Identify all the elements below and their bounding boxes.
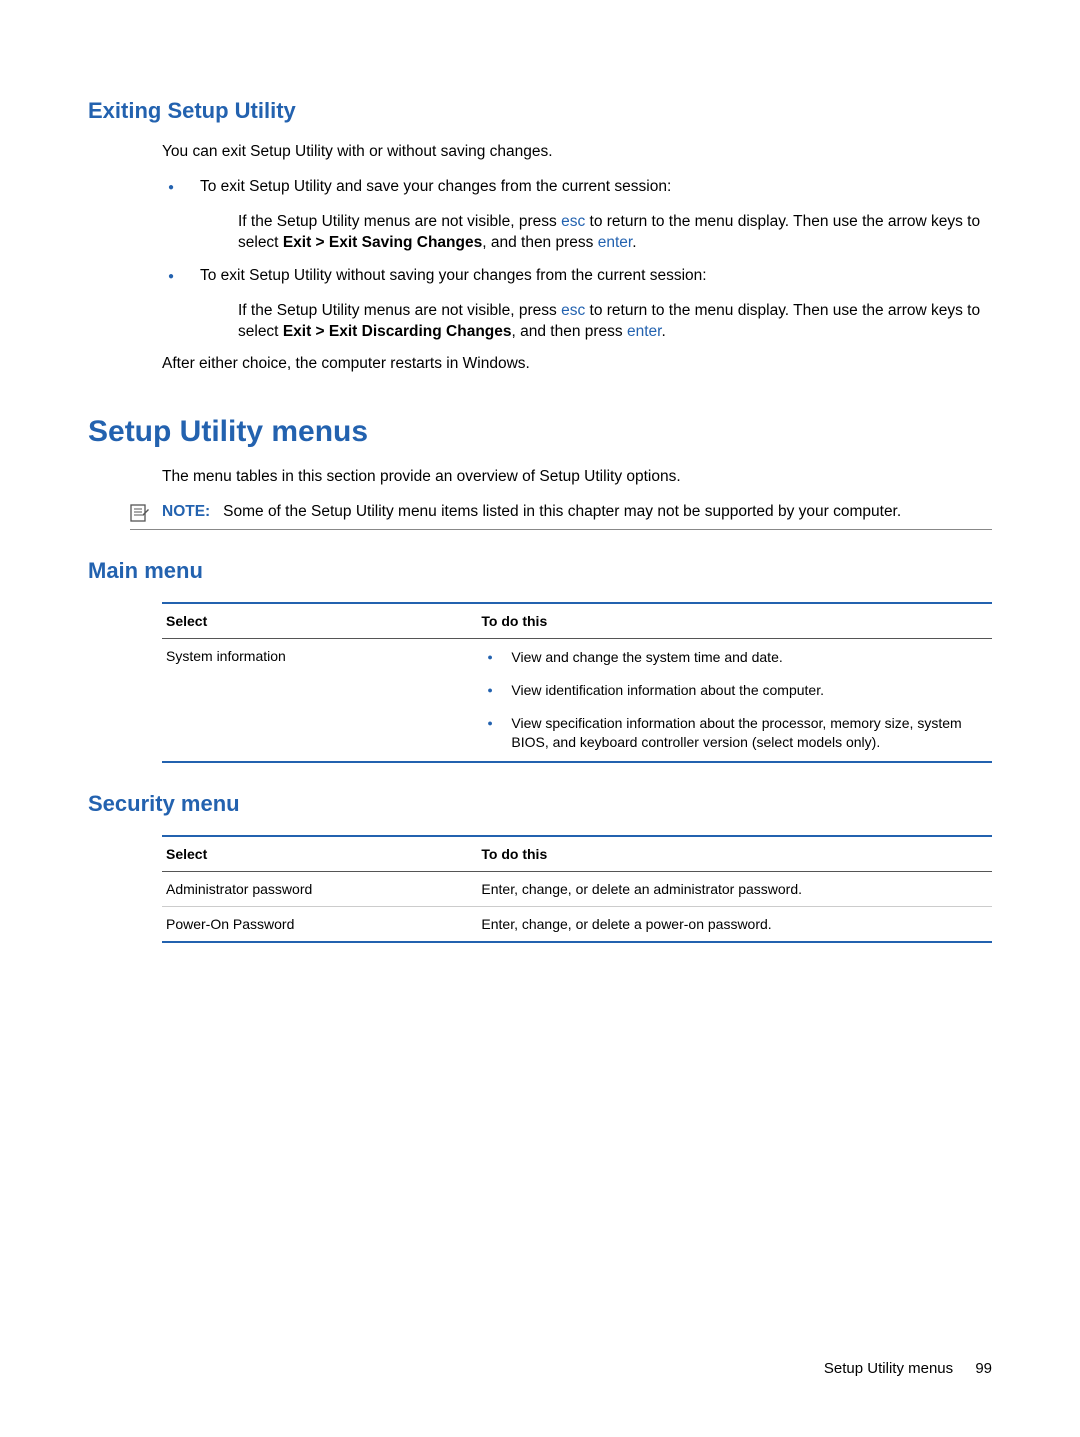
text-run: . [661,323,665,340]
section2-body: The menu tables in this section provide … [162,467,992,488]
heading-setup-utility-menus: Setup Utility menus [88,415,992,449]
bullet-lead: To exit Setup Utility and save your chan… [200,178,671,195]
section2-intro: The menu tables in this section provide … [162,467,992,488]
list-item: View and change the system time and date… [481,648,988,667]
col-header-select: Select [162,836,477,872]
note-body: Some of the Setup Utility menu items lis… [223,503,901,520]
cell-select: System information [162,639,477,762]
key-esc: esc [561,302,585,319]
section1-body: You can exit Setup Utility with or witho… [162,142,992,375]
text-run: , and then press [512,323,627,340]
text-run: , and then press [482,234,597,251]
list-item: To exit Setup Utility without saving you… [162,266,992,343]
section1-bullet-list: To exit Setup Utility and save your chan… [162,177,992,343]
heading-exiting-setup-utility: Exiting Setup Utility [88,98,992,124]
menu-path: Exit > Exit Saving Changes [283,234,482,251]
heading-main-menu: Main menu [88,558,992,584]
text-run: . [632,234,636,251]
key-enter: enter [627,323,661,340]
cell-todo: View and change the system time and date… [477,639,992,762]
cell-todo: Enter, change, or delete a power-on pass… [477,906,992,942]
cell-select: Administrator password [162,871,477,906]
key-enter: enter [598,234,632,251]
table-row: System information View and change the s… [162,639,992,762]
text-run: If the Setup Utility menus are not visib… [238,213,561,230]
security-menu-section: Security menu Select To do this Administ… [88,791,992,943]
list-item: View identification information about th… [481,681,988,700]
note-block: NOTE: Some of the Setup Utility menu ite… [130,502,992,530]
main-menu-section: Main menu Select To do this System infor… [88,558,992,763]
list-item: To exit Setup Utility and save your chan… [162,177,992,254]
col-header-select: Select [162,603,477,639]
col-header-todo: To do this [477,603,992,639]
key-esc: esc [561,213,585,230]
note-label: NOTE: [162,503,210,520]
text-run: If the Setup Utility menus are not visib… [238,302,561,319]
bullet-detail: If the Setup Utility menus are not visib… [238,301,992,343]
table-header-row: Select To do this [162,603,992,639]
note-text: NOTE: Some of the Setup Utility menu ite… [162,502,992,523]
todo-bullet-list: View and change the system time and date… [481,648,988,752]
list-item: View specification information about the… [481,714,988,752]
cell-todo: Enter, change, or delete an administrato… [477,871,992,906]
page-footer: Setup Utility menus 99 [824,1360,992,1377]
bullet-lead: To exit Setup Utility without saving you… [200,267,707,284]
cell-select: Power-On Password [162,906,477,942]
menu-path: Exit > Exit Discarding Changes [283,323,512,340]
table-row: Power-On Password Enter, change, or dele… [162,906,992,942]
section1-intro: You can exit Setup Utility with or witho… [162,142,992,163]
footer-label: Setup Utility menus [824,1360,953,1377]
page-number: 99 [975,1360,992,1377]
col-header-todo: To do this [477,836,992,872]
table-row: Administrator password Enter, change, or… [162,871,992,906]
security-menu-table: Select To do this Administrator password… [162,835,992,943]
main-menu-table: Select To do this System information Vie… [162,602,992,763]
note-icon [130,504,150,522]
bullet-detail: If the Setup Utility menus are not visib… [238,212,992,254]
document-page: Exiting Setup Utility You can exit Setup… [0,0,1080,983]
heading-security-menu: Security menu [88,791,992,817]
table-header-row: Select To do this [162,836,992,872]
section1-outro: After either choice, the computer restar… [162,354,992,375]
